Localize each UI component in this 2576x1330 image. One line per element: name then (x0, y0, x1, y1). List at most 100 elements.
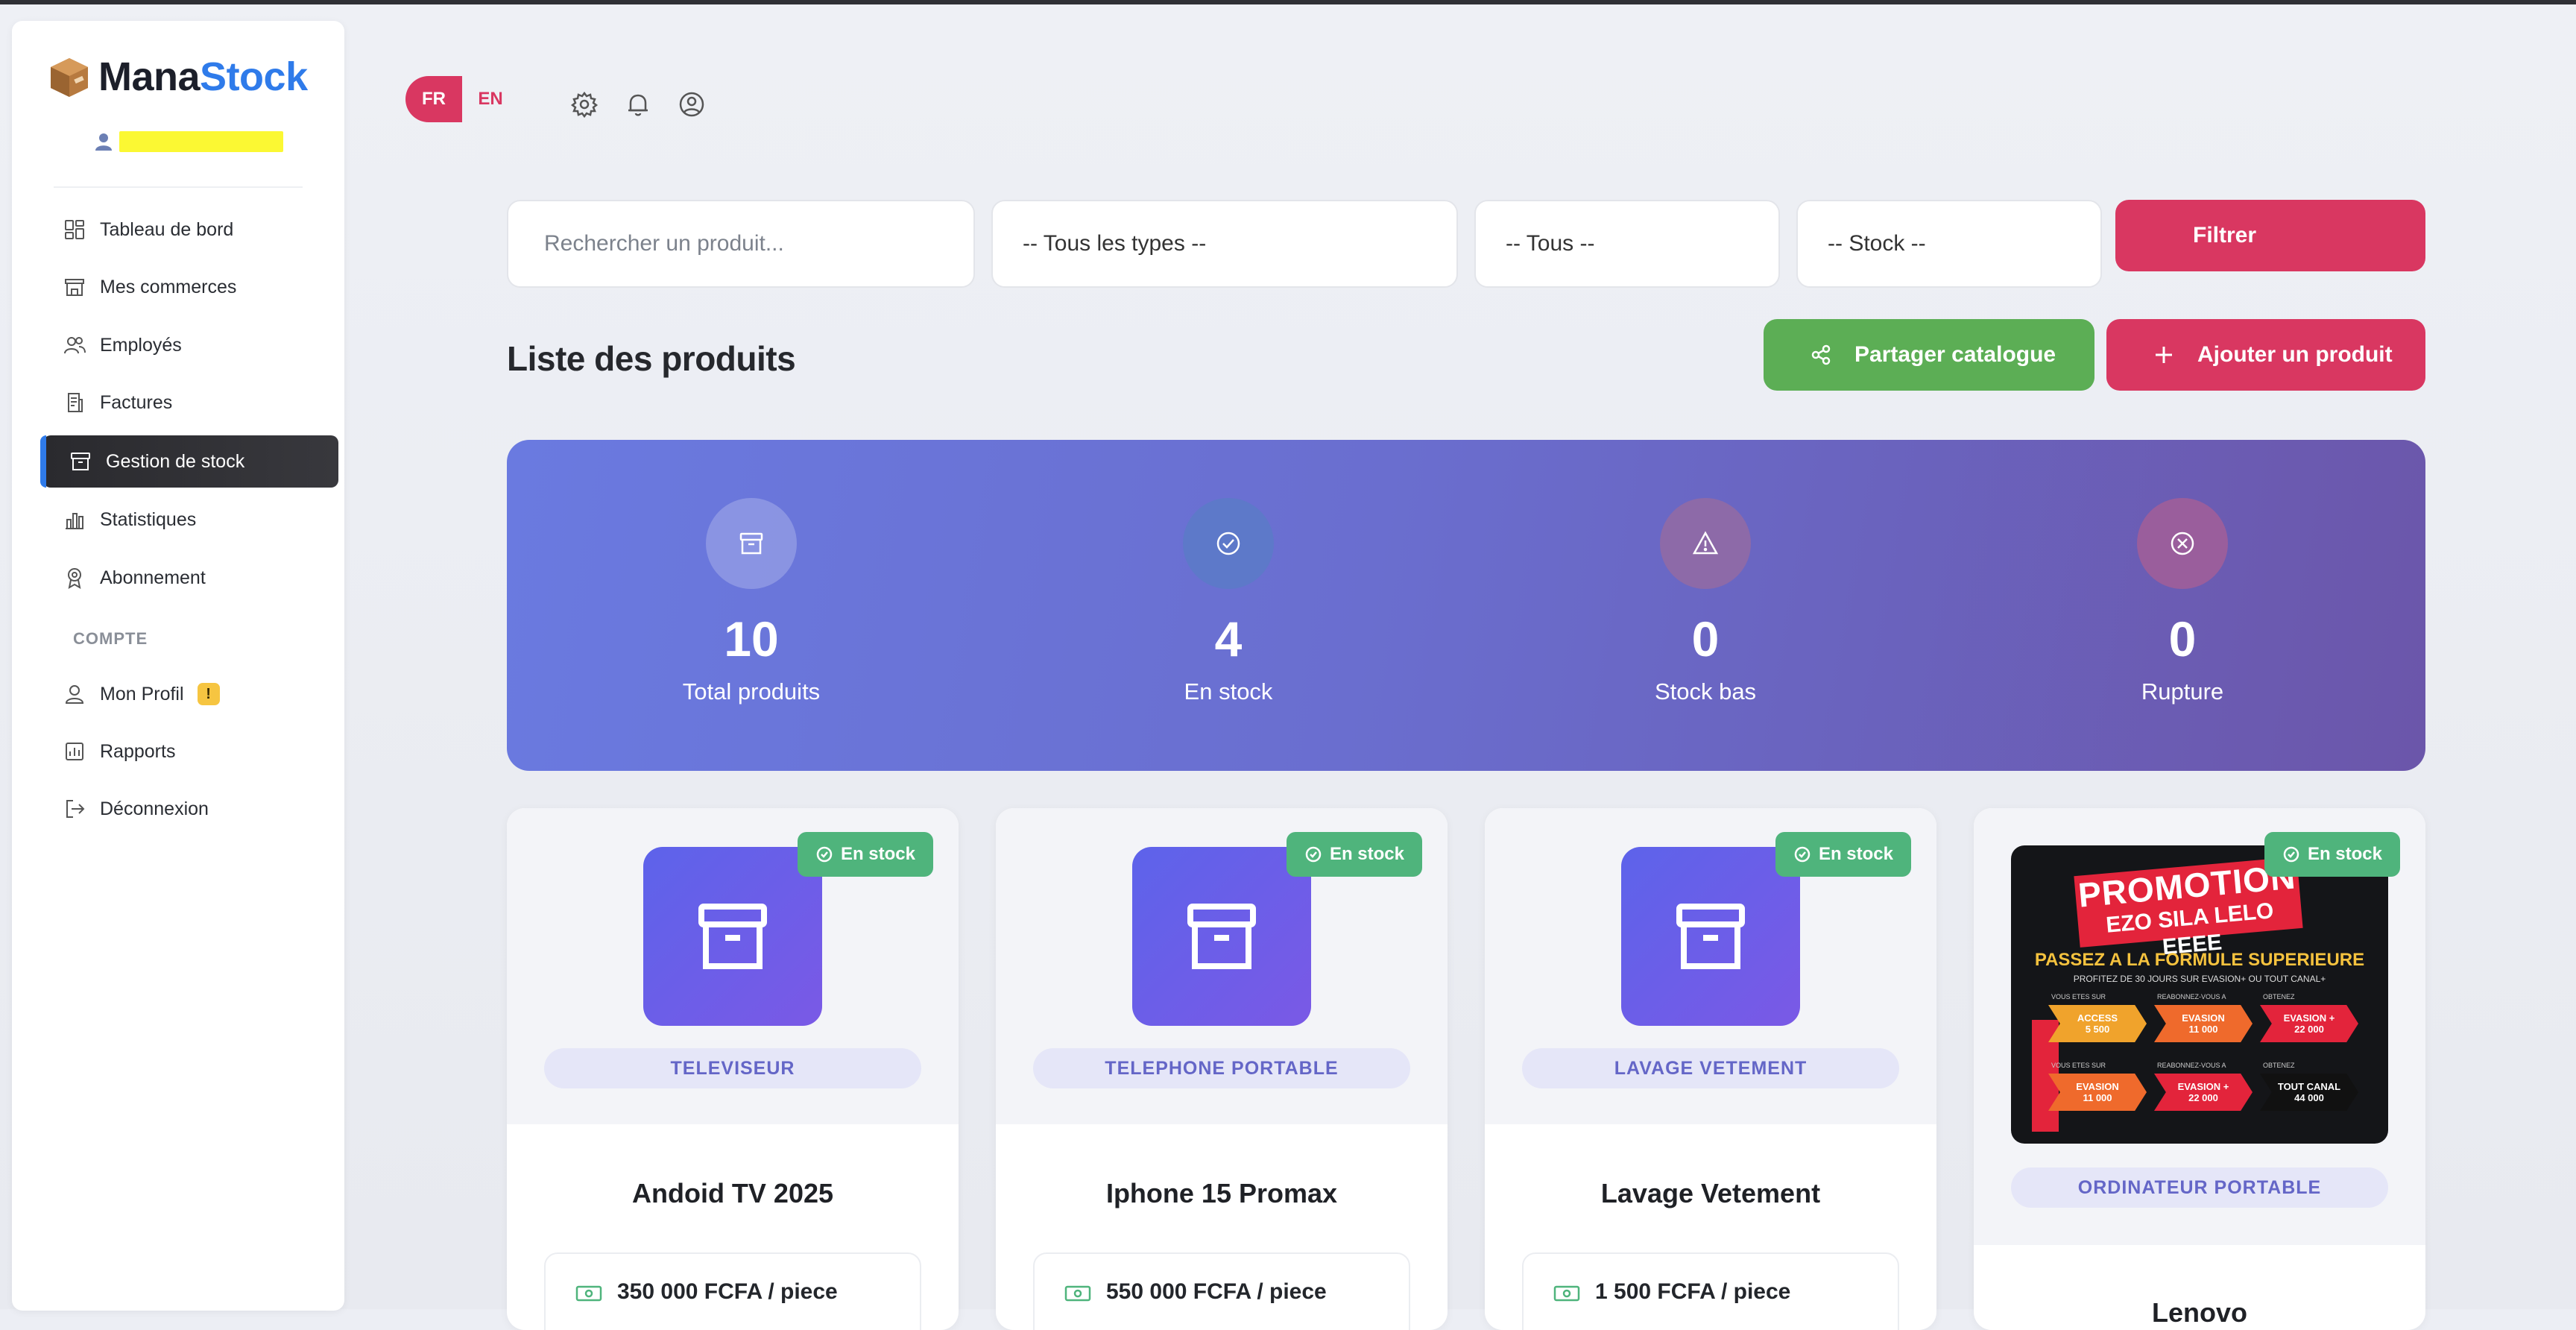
section-label-account: COMPTE (73, 629, 148, 648)
product-image: PROMOTION EZO SILA LELO EEEE PASSEZ A LA… (2011, 845, 2388, 1144)
brand-name: ManaStock (98, 54, 308, 100)
archive-icon (1676, 904, 1745, 969)
logout-icon (66, 800, 85, 818)
product-name: Iphone 15 Promax (1105, 1178, 1338, 1208)
filter-button[interactable]: Filtrer (2115, 200, 2425, 271)
check-circle-icon (816, 846, 833, 863)
sidebar-item-reports[interactable]: Rapports (49, 725, 340, 778)
archive-icon (1187, 904, 1256, 969)
search-input[interactable]: Rechercher un produit... (507, 200, 975, 288)
users-icon (64, 337, 86, 354)
promo-chip-price: 11 000 (2188, 1024, 2218, 1035)
sidebar-item-stock-management[interactable]: Gestion de stock (40, 435, 338, 488)
user-icon (95, 133, 112, 151)
product-price-label: 550 000 FCFA / piece (1106, 1279, 1327, 1304)
sidebar-item-subscription[interactable]: Abonnement (49, 552, 340, 604)
promo-chip: EVASION 11 000 (2154, 1005, 2253, 1042)
add-product-button[interactable]: Ajouter un produit (2106, 319, 2425, 391)
stock-status-label: En stock (840, 844, 915, 864)
sidebar-item-employees[interactable]: Employés (49, 319, 340, 371)
brand-logo[interactable]: ManaStock (48, 54, 308, 100)
product-price: 1 500 FCFA / piece (1522, 1252, 1899, 1330)
all-select[interactable]: -- Tous -- (1474, 200, 1780, 288)
stat-label: Rupture (2141, 678, 2224, 705)
product-price-label: 1 500 FCFA / piece (1595, 1279, 1791, 1304)
stock-status-badge: En stock (797, 832, 933, 877)
product-placeholder-image (1621, 847, 1800, 1026)
sidebar-item-label: Gestion de stock (106, 450, 245, 472)
sidebar-item-label: Déconnexion (100, 798, 209, 819)
sidebar-item-dashboard[interactable]: Tableau de bord (49, 204, 340, 256)
sidebar-item-label: Statistiques (100, 508, 197, 530)
promo-caption: VOUS ETES SUR (2051, 993, 2106, 1000)
promo-chip: EVASION 11 000 (2048, 1074, 2147, 1111)
product-card[interactable]: PROMOTION EZO SILA LELO EEEE PASSEZ A LA… (1974, 808, 2425, 1330)
promo-chip-title: ACCESS (2077, 1012, 2118, 1024)
invoice-icon (68, 393, 83, 412)
check-circle-icon (1216, 532, 1240, 555)
money-icon (1064, 1285, 1091, 1302)
sidebar-item-label: Mon Profil (100, 683, 184, 705)
promo-chip: TOUT CANAL 44 000 (2260, 1074, 2358, 1111)
plus-icon (2156, 347, 2172, 363)
stat-value: 4 (1214, 611, 1243, 666)
product-card[interactable]: En stock LAVAGE VETEMENT Lavage Vetement… (1485, 808, 1936, 1330)
stat-label: Stock bas (1654, 678, 1757, 705)
promo-chip-price: 22 000 (2294, 1024, 2324, 1035)
product-price: 350 000 FCFA / piece (544, 1252, 921, 1330)
stock-select[interactable]: -- Stock -- (1796, 200, 2102, 288)
gear-icon[interactable] (569, 89, 599, 119)
archive-icon (739, 532, 763, 555)
stats-banner: 10 Total produits 4 En stock 0 Stock bas (507, 440, 2425, 771)
stock-status-badge: En stock (2264, 832, 2400, 877)
product-price-label: 350 000 FCFA / piece (617, 1279, 838, 1304)
brand-name-part1: Mana (98, 54, 201, 99)
promo-chip-title: EVASION (2182, 1012, 2225, 1024)
sidebar-item-invoices[interactable]: Factures (49, 376, 340, 429)
sidebar-item-statistics[interactable]: Statistiques (49, 494, 340, 546)
share-catalog-button[interactable]: Partager catalogue (1764, 319, 2094, 391)
check-circle-icon (1305, 846, 1322, 863)
x-circle-icon (2171, 532, 2194, 555)
current-user (94, 131, 283, 152)
promo-chip-title: EVASION + (2177, 1081, 2229, 1092)
app-window: ManaStock Tableau de bord Mes commerces (0, 0, 2576, 1330)
user-circle-icon[interactable] (677, 89, 707, 119)
promo-headline: PASSEZ A LA FORMULE SUPERIEURE (2034, 950, 2365, 970)
product-card[interactable]: En stock TELEPHONE PORTABLE Iphone 15 Pr… (996, 808, 1448, 1330)
language-toggle: FR EN (405, 76, 519, 122)
bell-icon[interactable] (623, 89, 653, 119)
money-icon (1553, 1285, 1580, 1302)
sidebar-item-stores[interactable]: Mes commerces (49, 261, 340, 313)
check-circle-icon (2283, 846, 2299, 863)
promo-chip-price: 22 000 (2188, 1092, 2218, 1103)
dashboard-icon (65, 220, 84, 239)
archive-icon (71, 453, 90, 470)
promo-chip-price: 5 500 (2085, 1024, 2110, 1035)
sidebar-item-logout[interactable]: Déconnexion (49, 783, 340, 835)
promo-caption: VOUS ETES SUR (2051, 1062, 2106, 1069)
stock-status-badge: En stock (1286, 832, 1422, 877)
type-select[interactable]: -- Tous les types -- (991, 200, 1458, 288)
product-card[interactable]: En stock TELEVISEUR Andoid TV 2025 350 0… (507, 808, 959, 1330)
award-icon (68, 568, 81, 589)
promo-chip-title: TOUT CANAL (2277, 1081, 2341, 1092)
stock-status-label: En stock (1329, 844, 1404, 864)
stat-label: En stock (1184, 678, 1273, 705)
product-price: 550 000 FCFA / piece (1033, 1252, 1410, 1330)
stat-out-of-stock: 0 Rupture (2033, 440, 2332, 705)
archive-icon (698, 904, 767, 969)
promo-chip-price: 11 000 (2083, 1092, 2112, 1103)
promo-caption: REABONNEZ-VOUS A (2157, 993, 2226, 1000)
promo-chip-price: 44 000 (2294, 1092, 2324, 1103)
money-icon (575, 1285, 602, 1302)
stat-icon-circle (1183, 498, 1274, 589)
sidebar-item-profile[interactable]: Mon Profil ! (49, 668, 340, 720)
store-icon (65, 279, 84, 296)
lang-fr-button[interactable]: FR (405, 76, 462, 122)
promo-caption: OBTENEZ (2263, 1062, 2295, 1069)
stock-status-label: En stock (1818, 844, 1893, 864)
lang-en-button[interactable]: EN (462, 76, 519, 122)
stat-in-stock: 4 En stock (1079, 440, 1377, 705)
product-category: ORDINATEUR PORTABLE (2011, 1167, 2388, 1208)
